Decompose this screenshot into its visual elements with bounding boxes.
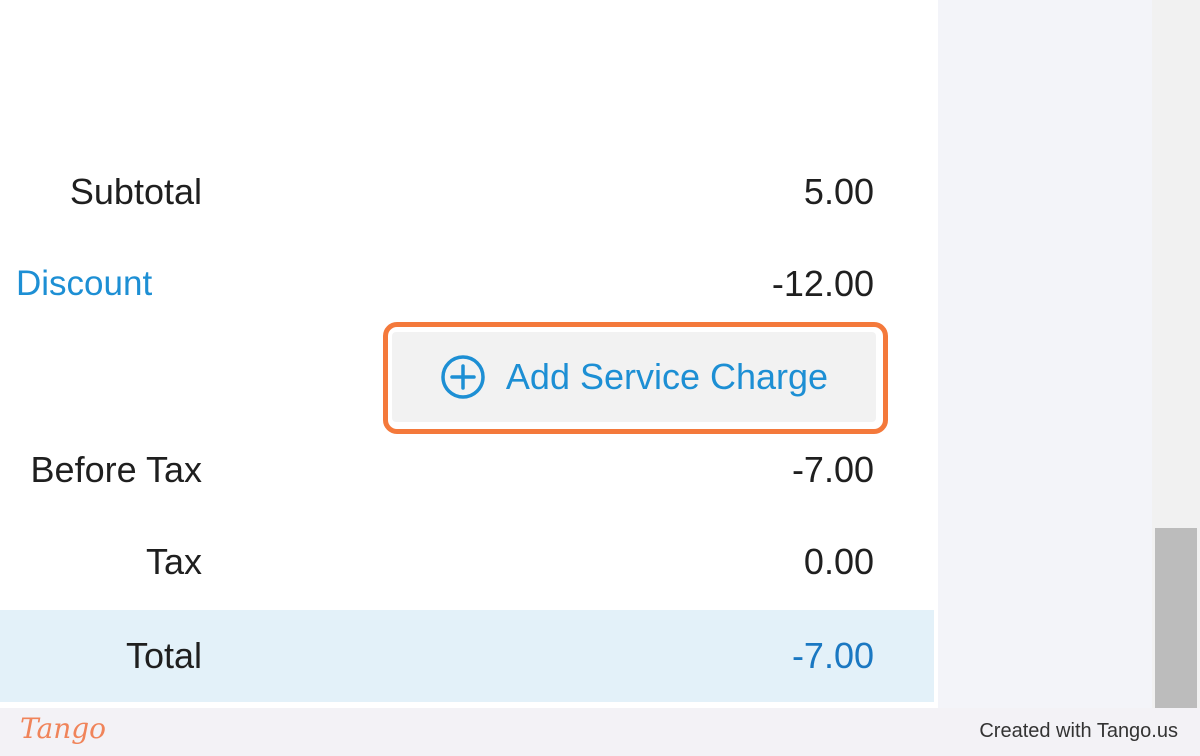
subtotal-value: 5.00 [803,171,874,212]
scrollbar-thumb[interactable] [1155,528,1197,708]
discount-link[interactable]: Discount [16,264,152,304]
before-tax-label: Before Tax [30,449,202,490]
side-region [938,0,1152,708]
order-summary-panel: Subtotal 5.00 Discount -12.00 Add Servic… [0,0,938,708]
add-service-charge-label: Add Service Charge [505,356,829,397]
discount-value: -12.00 [771,263,874,304]
plus-circle-icon [440,354,486,400]
tax-value: 0.00 [803,541,874,582]
footer-credit: Created with Tango.us [979,720,1178,742]
add-service-charge-button[interactable]: Add Service Charge [392,332,876,422]
footer-bar: Tango Created with Tango.us [0,708,1200,756]
total-value: -7.00 [791,635,874,676]
subtotal-label: Subtotal [69,171,202,212]
tax-label: Tax [145,541,202,582]
before-tax-value: -7.00 [791,449,874,490]
tango-logo: Tango [20,712,107,745]
total-label: Total [125,635,202,676]
